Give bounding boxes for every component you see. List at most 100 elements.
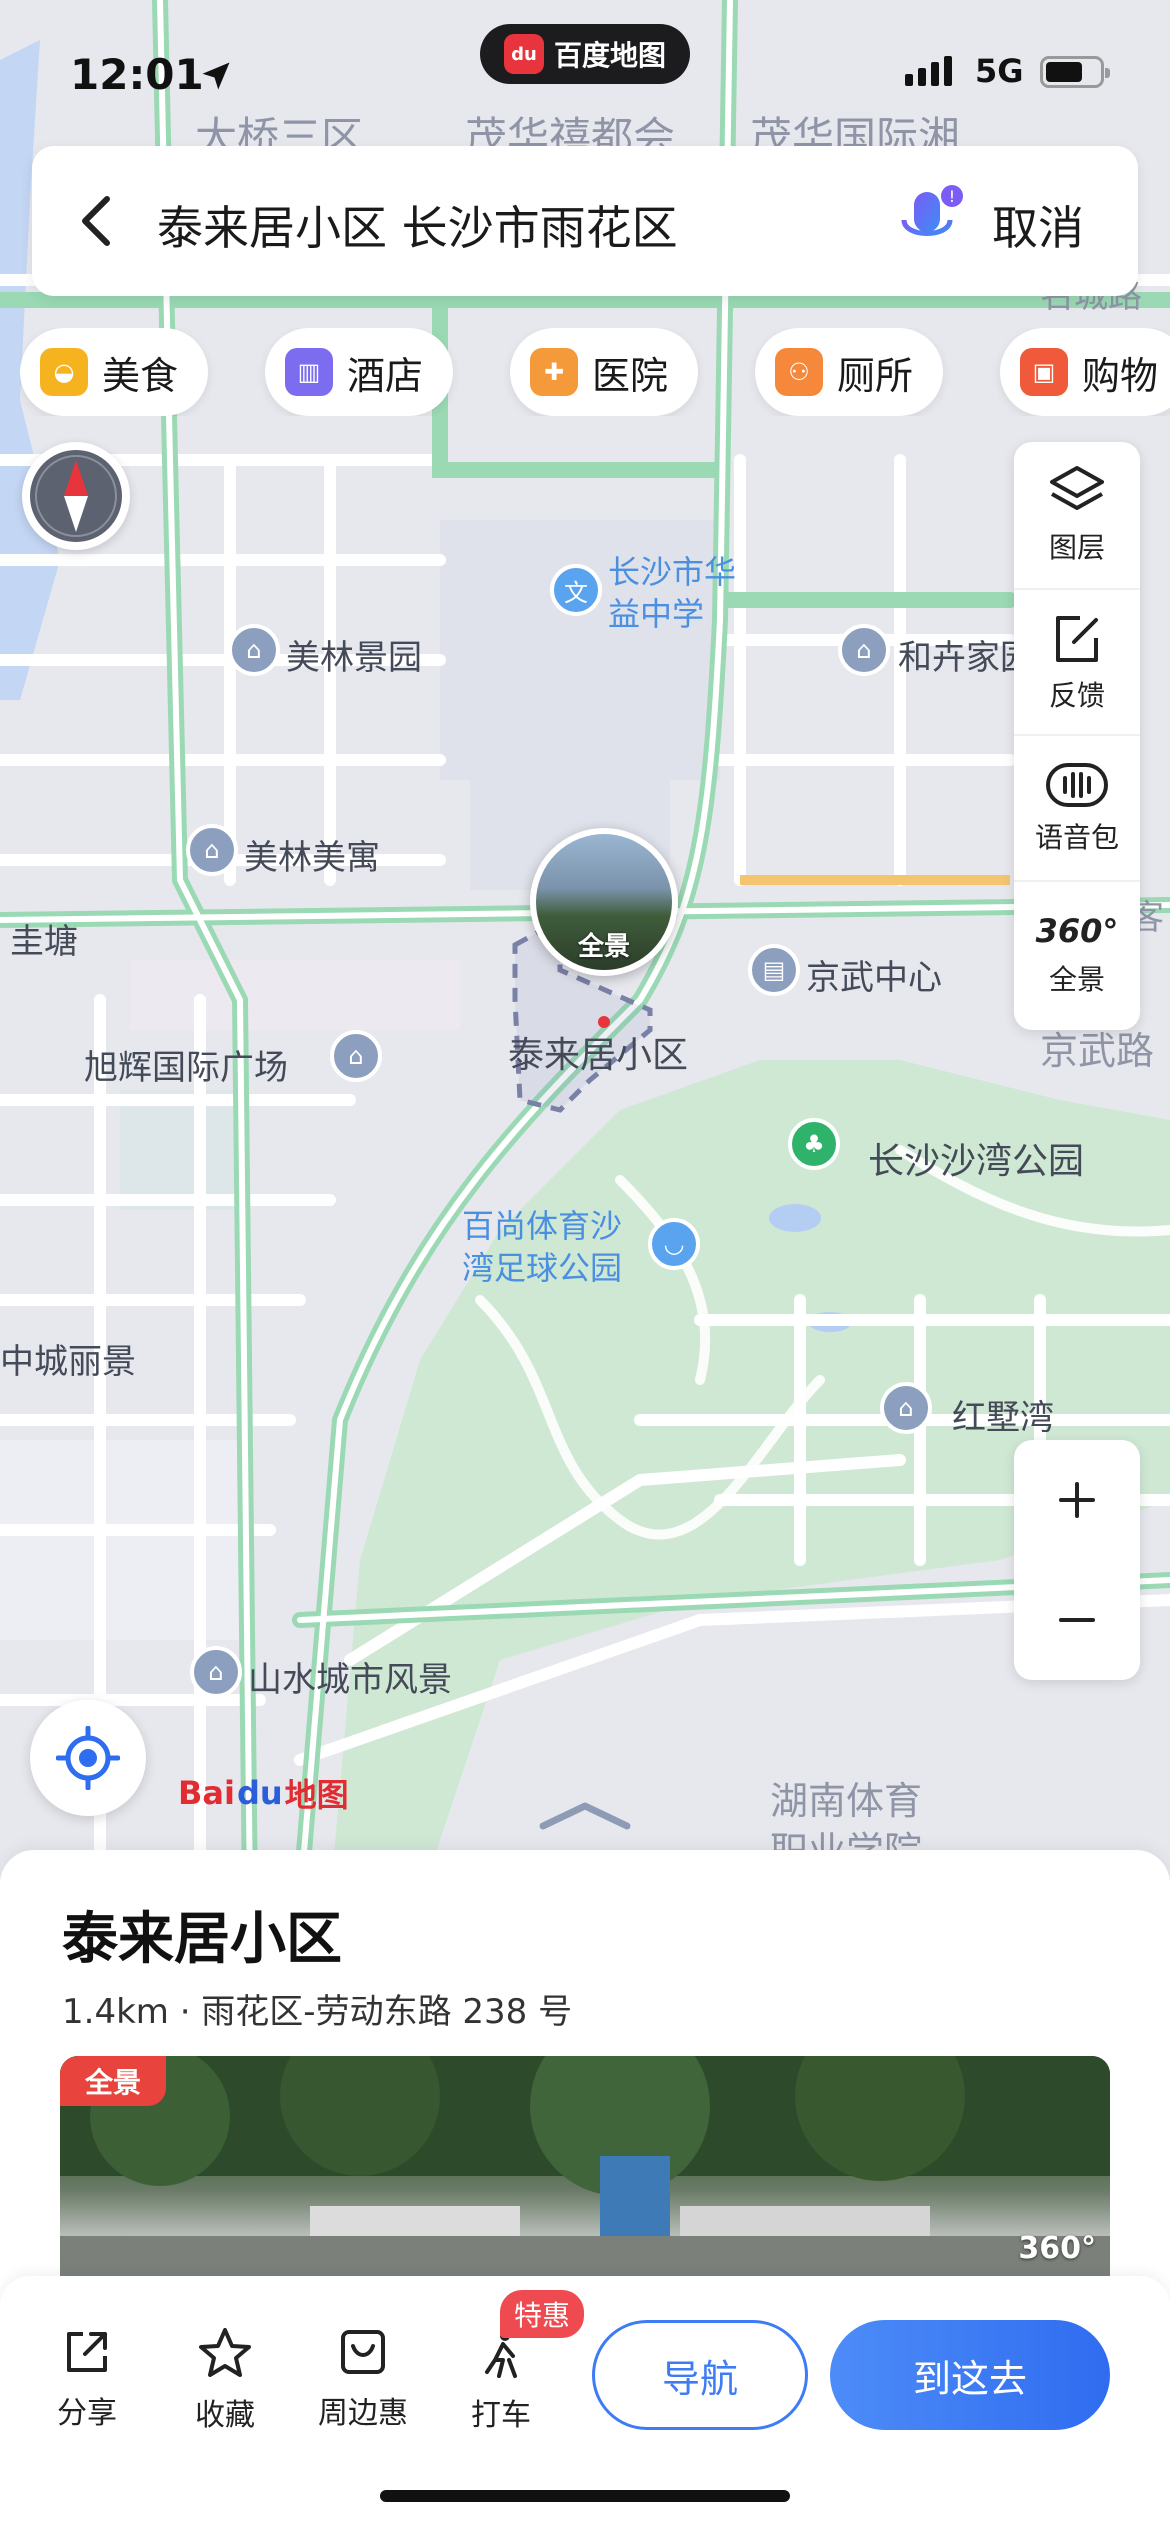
category-chip-hospital[interactable]: ✚ 医院 <box>510 328 699 416</box>
category-chip-food[interactable]: ◒ 美食 <box>20 328 209 416</box>
category-chip-shopping[interactable]: ▣ 购物 <box>1000 328 1170 416</box>
park-icon[interactable]: ♣ <box>788 1118 840 1170</box>
home-indicator <box>380 2490 790 2502</box>
chevron-left-icon <box>82 196 110 246</box>
share-icon <box>67 2332 107 2372</box>
panorama-360-icon: 360° <box>1035 912 1119 950</box>
category-label: 购物 <box>1082 353 1159 398</box>
panorama-marker-label: 全景 <box>577 932 630 962</box>
promo-badge: 特惠 <box>500 2290 585 2338</box>
svg-text:!: ! <box>949 187 955 206</box>
place-title: 泰来居小区 <box>62 1907 342 1972</box>
voice-pack-label: 语音包 <box>1034 821 1119 854</box>
voice-pack-button[interactable]: 语音包 <box>1014 734 1140 882</box>
voice-pack-icon <box>1046 763 1108 807</box>
favorite-label: 收藏 <box>195 2398 255 2433</box>
map-label: 湖南体育 <box>770 1779 923 1823</box>
taxi-button[interactable]: 打车 <box>446 2326 556 2434</box>
baidu-maps-watermark: Bai du 地图 <box>178 1770 349 1816</box>
selected-location-dot <box>598 1016 610 1028</box>
map-label: 山水城市风景 <box>248 1660 452 1700</box>
panorama-label: 全景 <box>1048 963 1105 996</box>
hospital-icon: ✚ <box>530 348 578 396</box>
map-label: 湾足球公园 <box>462 1249 623 1287</box>
watermark-bai: Bai <box>178 1774 235 1812</box>
signal-icon <box>905 56 952 86</box>
battery-icon <box>1040 56 1110 88</box>
category-label: 酒店 <box>347 353 424 398</box>
residential-icon[interactable]: ⌂ <box>186 824 238 876</box>
feedback-button[interactable]: 反馈 <box>1014 588 1140 736</box>
panorama-marker[interactable]: 全景 <box>530 828 678 976</box>
taxi-label: 打车 <box>471 2398 531 2433</box>
compass-button[interactable] <box>22 442 130 550</box>
map-label: 长沙沙湾公园 <box>868 1141 1085 1182</box>
map-label: 长沙市华 <box>608 553 737 591</box>
share-label: 分享 <box>57 2396 117 2431</box>
map-label: 百尚体育沙 <box>462 1207 623 1245</box>
locate-crosshair-icon <box>56 1726 120 1790</box>
back-button[interactable] <box>62 186 132 256</box>
category-label: 美食 <box>102 353 179 398</box>
place-panorama-photo[interactable]: 全景 360° <box>60 2056 1110 2280</box>
map-label: 美林美寓 <box>244 838 380 878</box>
zoom-in-button[interactable] <box>1014 1440 1140 1560</box>
panorama-button[interactable]: 360° 全景 <box>1014 880 1140 1028</box>
zoom-controls <box>1014 1440 1140 1680</box>
category-label: 医院 <box>592 353 669 398</box>
place-distance-address: 1.4km · 雨花区-劳动东路 238 号 <box>62 1992 573 2032</box>
baidu-maps-logo-icon: du <box>503 34 544 74</box>
go-here-button[interactable]: 到这去 <box>830 2320 1110 2430</box>
app-name: 百度地图 <box>553 39 666 72</box>
microphone-icon[interactable]: ! <box>894 184 964 262</box>
navigate-button[interactable]: 导航 <box>592 2320 808 2430</box>
sports-icon[interactable]: ◡ <box>648 1218 700 1270</box>
map-label: 圭塘 <box>10 922 78 962</box>
category-label: 厕所 <box>837 353 914 398</box>
residential-icon[interactable]: ⌂ <box>190 1646 242 1698</box>
search-query[interactable]: 泰来居小区 长沙市雨花区 <box>157 192 678 258</box>
compass-icon <box>30 450 122 542</box>
selected-place-label[interactable]: 泰来居小区 <box>508 1026 688 1078</box>
map-tools: 图层 反馈 语音包 360° 全景 <box>1014 442 1140 1030</box>
office-icon[interactable]: ▤ <box>748 944 800 996</box>
category-chip-hotel[interactable]: ▥ 酒店 <box>265 328 454 416</box>
coupon-icon <box>341 2330 385 2374</box>
map-label: 中城丽景 <box>0 1342 136 1382</box>
cancel-button[interactable]: 取消 <box>992 192 1084 258</box>
nearby-deals-button[interactable]: 周边惠 <box>308 2326 418 2432</box>
map-label: 红墅湾 <box>952 1398 1054 1438</box>
feedback-edit-icon <box>1056 616 1098 662</box>
toilet-icon: ⚇ <box>775 348 823 396</box>
residential-icon[interactable]: ⌂ <box>880 1382 932 1434</box>
plus-icon <box>1059 1482 1095 1518</box>
watermark-suffix: 地图 <box>284 1776 349 1814</box>
favorite-button[interactable]: 收藏 <box>170 2326 280 2434</box>
residential-icon[interactable]: ⌂ <box>228 624 280 676</box>
status-time: 12:01 <box>70 50 204 99</box>
food-icon: ◒ <box>40 348 88 396</box>
app-indicator: du 百度地图 <box>480 24 690 84</box>
watermark-du: du <box>236 1774 283 1812</box>
layers-label: 图层 <box>1048 531 1105 564</box>
residential-icon[interactable]: ⌂ <box>330 1030 382 1082</box>
minus-icon <box>1059 1618 1095 1622</box>
zoom-out-button[interactable] <box>1014 1560 1140 1680</box>
map-label: 益中学 <box>608 595 705 633</box>
category-chips: ◒ 美食 ▥ 酒店 ✚ 医院 ⚇ 厕所 ▣ 购物 <box>20 328 1170 416</box>
shopping-icon: ▣ <box>1020 348 1068 396</box>
panorama-badge: 全景 <box>60 2056 166 2106</box>
sheet-expand-handle-icon[interactable] <box>535 1796 635 1836</box>
star-icon <box>199 2328 251 2377</box>
locate-me-button[interactable] <box>30 1700 146 1816</box>
search-bar[interactable]: 泰来居小区 长沙市雨花区 ! 取消 <box>32 146 1138 296</box>
school-icon[interactable]: 文 <box>550 564 602 616</box>
feedback-label: 反馈 <box>1048 679 1105 712</box>
share-button[interactable]: 分享 <box>32 2326 142 2432</box>
map-label: 旭辉国际广场 <box>84 1048 288 1088</box>
network-type: 5G <box>975 52 1024 90</box>
category-chip-toilet[interactable]: ⚇ 厕所 <box>755 328 944 416</box>
layers-button[interactable]: 图层 <box>1014 442 1140 588</box>
residential-icon[interactable]: ⌂ <box>838 624 890 676</box>
panorama-360-icon: 360° <box>1018 2231 1096 2266</box>
